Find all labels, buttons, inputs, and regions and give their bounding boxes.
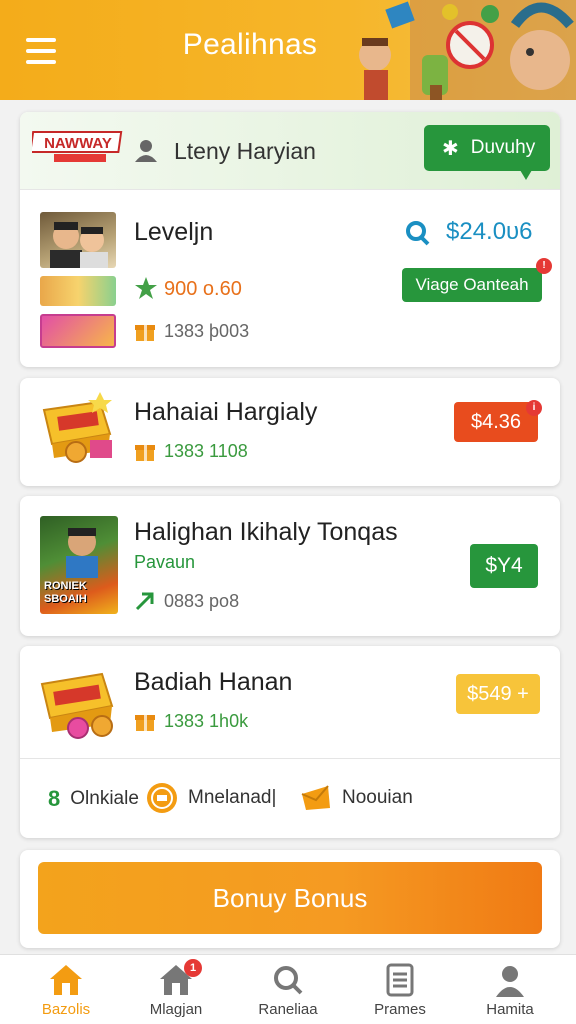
bundle-box-art	[38, 660, 122, 744]
list-icon	[382, 963, 418, 997]
game-price-button[interactable]: $Y4	[470, 544, 538, 588]
nav-label: Prames	[374, 1001, 426, 1018]
bottom-navigation: Bazolis 1 Mlagjan Raneliaa Prames Hamita	[0, 954, 576, 1024]
nav-item-mlagjan[interactable]: 1 Mlagjan	[126, 959, 226, 1018]
item-mini-thumbnail[interactable]	[40, 276, 116, 306]
game-price-label: $Y4	[485, 554, 523, 577]
game-subtitle: Pavaun	[134, 552, 196, 572]
bundle-card[interactable]: Badiah Hanan 1383 1h0k $549 + 8 Olnkiale…	[20, 646, 560, 838]
gift-box-icon	[134, 440, 156, 462]
action-button[interactable]: Viage Oanteah	[402, 268, 542, 302]
item-price: $24.0υ6	[446, 218, 533, 245]
game-meta: 0883 po8	[164, 591, 240, 611]
nav-label: Bazolis	[41, 1001, 91, 1018]
app-header: Pealihnas	[0, 0, 576, 100]
footer-label: Noouian	[342, 787, 413, 808]
item-stat-value: 900 o.60	[164, 278, 242, 300]
action-button-label: Viage Oanteah	[415, 275, 529, 294]
notification-badge: !	[536, 258, 552, 274]
game-thumbnail-caption: RONIEK SBOAIH	[44, 580, 87, 605]
number-icon: 8	[48, 786, 61, 811]
gift-box-art	[38, 388, 120, 468]
footer-item-olnkiale[interactable]: 8 Olnkiale	[48, 786, 139, 812]
offer-title: Hahaiai Hargialy	[134, 398, 318, 426]
offer-meta: 1383 1108	[164, 441, 248, 461]
app-title: Pealihnas	[182, 28, 318, 61]
game-title: Halighan Ikihaly Tonqas	[134, 518, 398, 546]
footer-label: Olnkiale	[70, 788, 139, 809]
item-thumbnail[interactable]	[40, 212, 116, 268]
home-icon	[48, 963, 84, 997]
bundle-title: Badiah Hanan	[134, 668, 293, 696]
nav-label: Raneliaa	[258, 1001, 318, 1018]
gift-box-icon	[134, 320, 156, 342]
search-icon	[270, 963, 306, 997]
user-name: Lteny Haryian	[174, 138, 316, 164]
divider	[20, 758, 560, 759]
nav-label: Mlagjan	[149, 1001, 203, 1018]
arrow-up-icon	[134, 590, 156, 612]
footer-item-noouian[interactable]: Noouian	[300, 784, 413, 812]
sparkle-icon: ✱	[442, 137, 459, 160]
nav-item-raneliaa[interactable]: Raneliaa	[238, 963, 338, 1018]
bundle-price-label: $549 +	[467, 682, 529, 705]
profile-icon	[492, 963, 528, 997]
gift-box-icon	[134, 710, 156, 732]
nav-badge: 1	[184, 959, 202, 977]
offer-badge: i	[526, 400, 542, 416]
daily-button-label: Duvuhy	[470, 137, 536, 158]
offer-price-label: $4.36	[470, 410, 522, 433]
nav-item-bazolis[interactable]: Bazolis	[16, 963, 116, 1018]
search-icon[interactable]	[404, 220, 430, 246]
nav-item-prames[interactable]: Prames	[350, 963, 450, 1018]
nav-item-hamita[interactable]: Hamita	[460, 963, 560, 1018]
bonus-button[interactable]: Bonuy Bonus	[38, 862, 542, 934]
daily-button[interactable]: ✱ Duvuhy	[424, 125, 550, 180]
item-box-thumbnail[interactable]	[40, 314, 116, 348]
featured-card-header: NAWWAY Lteny Haryian ✱ Duvuhy	[20, 112, 560, 190]
offer-card[interactable]: Hahaiai Hargialy 1383 1108 $4.36 i	[20, 378, 560, 486]
bonus-card: Bonuy Bonus	[20, 850, 560, 948]
item-title: Leveljn	[134, 218, 214, 246]
envelope-icon	[300, 784, 332, 812]
brand-logo: NAWWAY	[29, 126, 124, 166]
game-thumbnail[interactable]: RONIEK SBOAIH	[40, 516, 118, 614]
footer-label: Mnelanad|	[188, 787, 277, 808]
star-icon	[134, 276, 158, 300]
footer-item-mnelanad[interactable]: Mnelanad|	[146, 782, 276, 814]
game-card[interactable]: RONIEK SBOAIH Halighan Ikihaly Tonqas Pa…	[20, 496, 560, 636]
bundle-price-button[interactable]: $549 +	[456, 674, 540, 714]
store-icon: 1	[158, 959, 202, 997]
nav-label: Hamita	[486, 1001, 534, 1018]
coin-icon	[146, 782, 178, 814]
svg-text:NAWWAY: NAWWAY	[44, 135, 112, 152]
item-meta: 1383 þ003	[164, 321, 250, 341]
bundle-meta: 1383 1h0k	[164, 711, 249, 731]
featured-card: NAWWAY Lteny Haryian ✱ Duvuhy Leveljn $2…	[20, 112, 560, 367]
user-icon	[134, 138, 158, 162]
hamburger-menu-icon[interactable]	[26, 38, 56, 64]
header-illustration	[340, 0, 576, 100]
